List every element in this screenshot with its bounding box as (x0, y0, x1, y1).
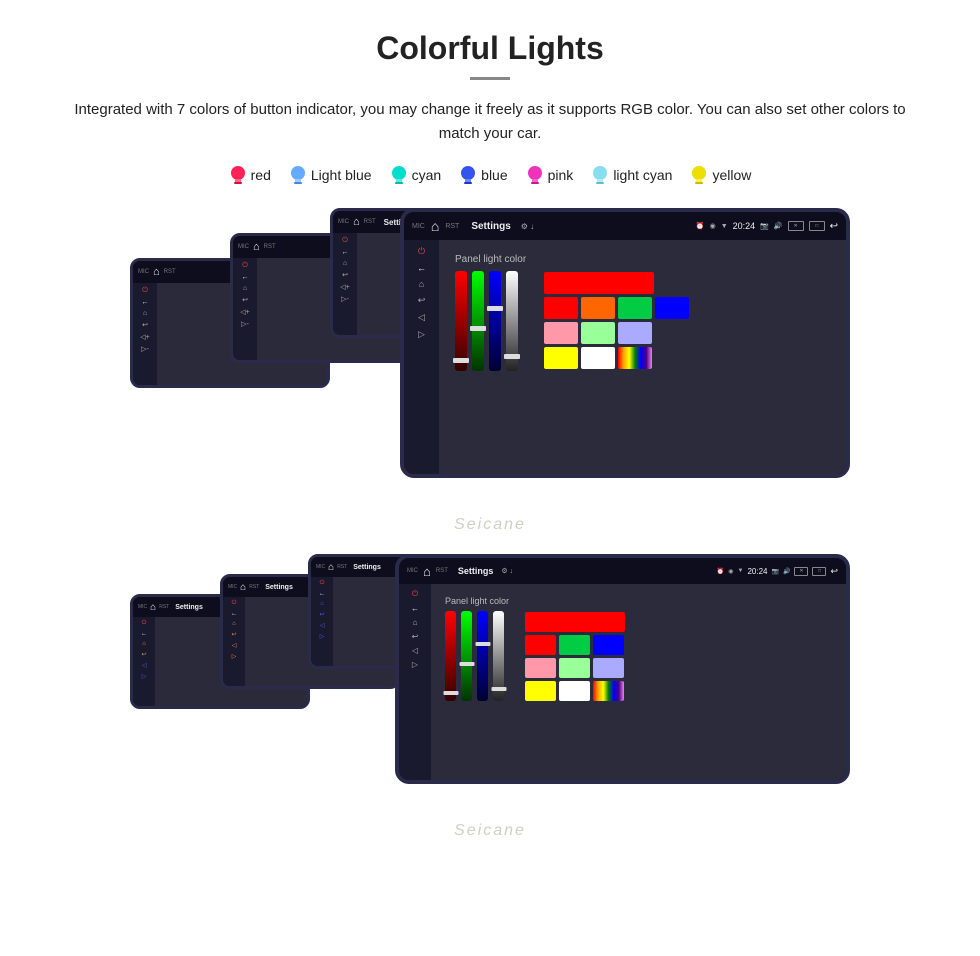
top-device-row: MIC ⌂ RST ⏻ ← ⌂ ↩ ◁+ ▷- (40, 208, 940, 503)
bulb-yellow (690, 164, 708, 186)
bulb-lightblue (289, 164, 307, 186)
device-main-bottom: MIC ⌂ RST Settings ⚙ ↓ ⏰◉▼ 20:24 📷🔊 ✕ □ … (395, 554, 850, 784)
panel-label-bottom: Panel light color (445, 596, 509, 606)
bulb-blue (459, 164, 477, 186)
color-label-lightblue: Light blue (311, 167, 372, 183)
color-item-blue: blue (459, 164, 507, 186)
settings-label-bottom: Settings (458, 566, 494, 576)
color-item-pink: pink (526, 164, 574, 186)
title-divider (470, 77, 510, 80)
bottom-device-row: MIC ⌂ RST Settings ⏻ ← ⌂ ↩ ◁ ▷ (40, 554, 940, 804)
bulb-cyan (390, 164, 408, 186)
watermark-top: Seicane (40, 511, 940, 544)
page-title: Colorful Lights (40, 30, 940, 67)
color-item-lightblue: Light blue (289, 164, 372, 186)
description-text: Integrated with 7 colors of button indic… (65, 98, 915, 146)
color-item-cyan: cyan (390, 164, 442, 186)
time-display: 20:24 (733, 221, 756, 231)
color-item-red: red (229, 164, 271, 186)
color-label-cyan: cyan (412, 167, 442, 183)
color-item-lightcyan: light cyan (591, 164, 672, 186)
color-label-pink: pink (548, 167, 574, 183)
color-label-yellow: yellow (712, 167, 751, 183)
bulb-pink (526, 164, 544, 186)
bulb-red (229, 164, 247, 186)
color-indicators-row: red Light blue cyan blue (40, 164, 940, 186)
device-main-top: MIC ⌂ RST Settings ⚙ ↓ ⏰◉▼ 20:24 📷🔊 ✕ □ … (400, 208, 850, 478)
time-display-bottom: 20:24 (747, 567, 767, 576)
color-label-lightcyan: light cyan (613, 167, 672, 183)
color-item-yellow: yellow (690, 164, 751, 186)
page-container: Colorful Lights Integrated with 7 colors… (0, 0, 980, 870)
settings-label-top: Settings (471, 221, 510, 232)
bulb-lightcyan (591, 164, 609, 186)
color-label-red: red (251, 167, 271, 183)
panel-label-top: Panel light color (455, 254, 526, 265)
watermark-bottom: Seicane (40, 817, 940, 850)
color-label-blue: blue (481, 167, 507, 183)
